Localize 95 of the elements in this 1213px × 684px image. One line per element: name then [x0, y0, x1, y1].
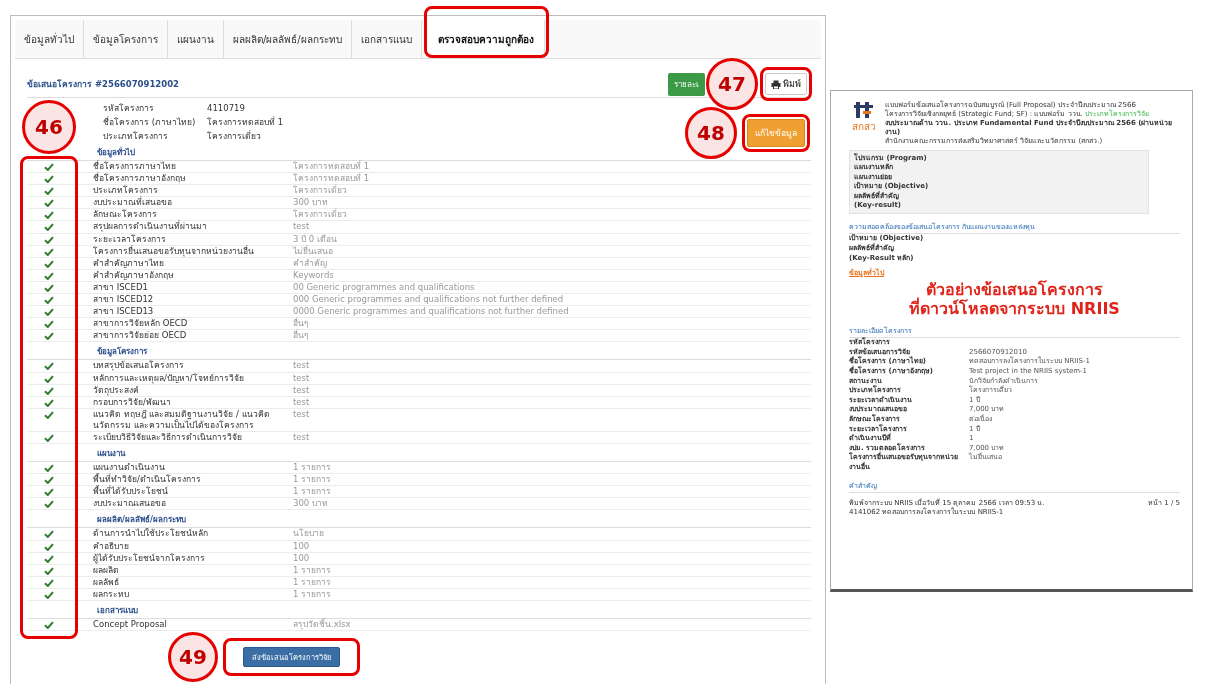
item-label: ชื่อโครงการภาษาอังกฤษ	[92, 173, 187, 185]
item-value: อื่นๆ	[293, 318, 309, 329]
highlight-frame	[760, 67, 812, 101]
item-label: งบประมาณเสนอขอ	[92, 498, 167, 510]
item-value: Keywords	[293, 269, 334, 281]
item-value: คำสำคัญ	[293, 257, 327, 269]
item-label: วัตถุประสงค์	[92, 384, 140, 396]
logo-icon	[854, 101, 874, 119]
item-value: test	[293, 221, 310, 233]
item-value: สรุปวัดชิ้น.xlsx	[293, 619, 351, 631]
section-heading: เอกสารแนบ	[97, 605, 138, 617]
item-label: ผลลัพธ์	[92, 576, 120, 588]
tab[interactable]: ตรวจสอบความถูกต้อง	[427, 20, 545, 58]
item-value: 3 ปี 0 เดือน	[293, 233, 337, 245]
item-label: สาขาการวิจัยหลัก OECD	[92, 318, 189, 330]
item-value: test	[293, 396, 310, 408]
tab[interactable]: ผลผลิต/ผลลัพธ์/ผลกระทบ	[224, 20, 352, 58]
item-label: พื้นที่ทำวิจัย/ดำเนินโครงการ	[92, 474, 202, 485]
item-value: test	[293, 372, 310, 384]
item-label: สาขาการวิจัยย่อย OECD	[92, 330, 188, 342]
item-label: ระเบียบวิธีวิจัยและวิธีการดำเนินการวิจัย	[92, 431, 243, 444]
item-value: 100	[293, 540, 310, 552]
overlay-caption: ตัวอย่างข้อเสนอโครงการ	[926, 280, 1103, 300]
item-value: test	[293, 384, 310, 396]
item-value: 1 รายการ	[293, 474, 332, 486]
item-label: งบประมาณที่เสนอขอ	[92, 197, 173, 209]
item-value: อื่นๆ	[293, 330, 309, 342]
callout-number: 47	[706, 58, 758, 110]
field-label: ชื่อโครงการ (ภาษาไทย)	[103, 115, 197, 129]
field-value: 4110719	[207, 103, 245, 113]
printer-icon	[771, 79, 781, 89]
field-value: โครงการเดี่ยว	[207, 129, 261, 143]
item-value: ไม่ยื่นเสนอ	[293, 245, 333, 257]
item-label: คำสำคัญภาษาไทย	[92, 257, 165, 269]
item-label: ผู้ได้รับประโยชน์จากโครงการ	[92, 552, 206, 564]
item-label: ชื่อโครงการภาษาไทย	[92, 161, 177, 172]
item-label: สาขา ISCED12	[92, 294, 155, 306]
item-value: โครงการทดสอบที่ 1	[293, 173, 370, 184]
field-label: ประเภทโครงการ	[103, 130, 169, 143]
item-value: 1 รายการ	[293, 486, 332, 498]
item-value: test	[293, 431, 310, 444]
item-value: test	[293, 408, 310, 420]
item-value: โครงการทดสอบที่ 1	[293, 161, 370, 172]
item-label: Concept Proposal	[92, 619, 168, 631]
item-value: 1 รายการ	[293, 576, 332, 588]
item-label: สาขา ISCED1	[92, 281, 149, 294]
item-value: 1 รายการ	[293, 462, 332, 474]
print-button[interactable]: พิมพ์	[765, 73, 807, 95]
section-heading: ข้อมูลทั่วไป	[97, 146, 135, 160]
section-heading: ผลผลิต/ผลลัพธ์/ผลกระทบ	[97, 513, 186, 527]
item-value: นโยบาย	[293, 528, 324, 540]
tab[interactable]: ข้อมูลโครงการ	[84, 20, 168, 58]
item-value: 0000 Generic programmes and qualifications not further defined	[293, 306, 569, 317]
item-value: 300 บาท	[293, 498, 328, 510]
tab[interactable]: เอกสารแนบ	[351, 20, 422, 58]
item-label: แผนงานดำเนินงาน	[92, 462, 166, 473]
overlay-caption: ที่ดาวน์โหลดจากระบบ NRIIS	[909, 299, 1120, 319]
callout-number: 48	[685, 107, 737, 159]
item-label: ประเภทโครงการ	[92, 185, 159, 196]
item-value: 00 Generic programmes and qualifications	[293, 281, 475, 294]
highlight-frame	[742, 114, 810, 152]
item-label: ระยะเวลาโครงการ	[92, 233, 167, 245]
callout-number: 49	[168, 632, 218, 683]
item-label: โครงการยื่นเสนอขอรับทุนจากหน่วยงานอื่น	[92, 245, 255, 257]
item-label: หลักการและเหตุผล/ปัญหา/โจทย์การวิจัย	[92, 372, 245, 384]
logo-text: สกสว	[852, 120, 876, 134]
item-label: คำสำคัญภาษาอังกฤษ	[92, 269, 175, 281]
item-value: 000 Generic programmes and qualifications not further defined	[293, 294, 564, 306]
item-label: พื้นที่ได้รับประโยชน์	[92, 486, 169, 498]
item-label: สรุปผลการดำเนินงานที่ผ่านมา	[92, 221, 208, 233]
item-value: โครงการเดี่ยว	[293, 209, 347, 221]
field-value: โครงการทดสอบที่ 1	[207, 115, 284, 129]
item-label: กรอบการวิจัย/พัฒนา	[92, 396, 172, 408]
tab[interactable]: ข้อมูลทั่วไป	[15, 20, 84, 58]
item-value: 1 รายการ	[293, 564, 332, 576]
item-value: 100	[293, 552, 310, 564]
tab[interactable]: แผนงาน	[168, 20, 224, 58]
item-label: แนวคิด ทฤษฎี และสมมติฐานงานวิจัย / แนวคิดนวัตกรรม และความเป็นไปได้ของโครงการ	[92, 408, 271, 431]
proposal-title: ข้อเสนอโครงการ #2566070912002	[27, 78, 179, 91]
item-label: ลักษณะโครงการ	[92, 209, 158, 220]
item-label: บทสรุปข้อเสนอโครงการ	[92, 360, 185, 372]
item-value: โครงการเดี่ยว	[293, 185, 347, 197]
item-value: test	[293, 360, 310, 372]
item-label: คำอธิบาย	[92, 540, 130, 552]
details-button[interactable]: รายละเ	[668, 72, 705, 96]
item-label: สาขา ISCED13	[92, 306, 155, 318]
callout-number: 46	[22, 100, 76, 154]
item-value: 300 บาท	[293, 197, 328, 208]
item-label: ผลผลิต	[92, 564, 120, 576]
item-label: ผลกระทบ	[92, 588, 130, 600]
section-heading: แผนงาน	[97, 448, 125, 461]
section-heading: ข้อมูลโครงการ	[97, 345, 147, 359]
item-value: 1 รายการ	[293, 588, 332, 600]
field-label: รหัสโครงการ	[103, 102, 155, 115]
item-label: ด้านการนำไปใช้ประโยชน์หลัก	[92, 528, 209, 540]
